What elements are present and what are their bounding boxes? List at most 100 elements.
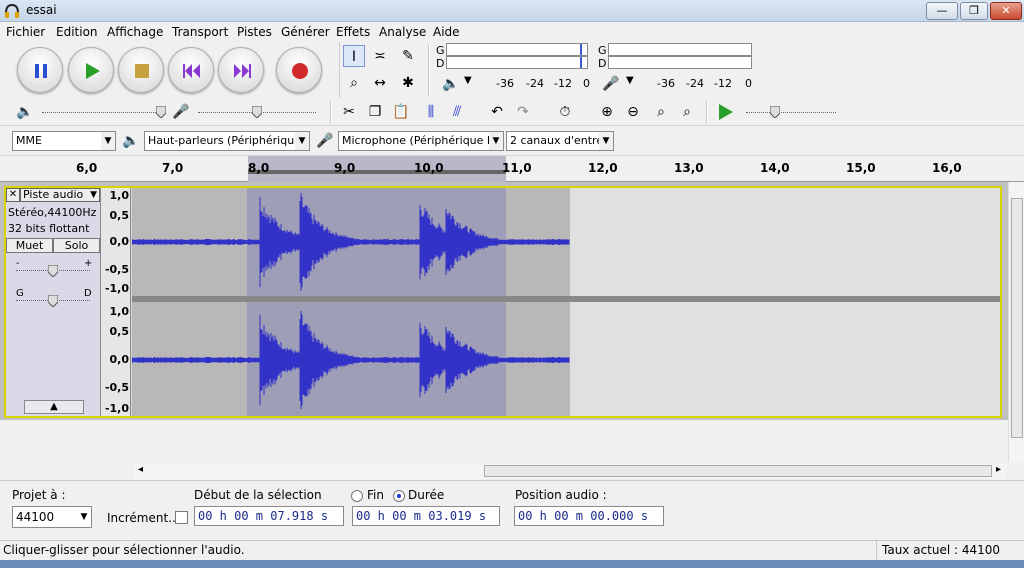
input-volume-thumb[interactable] <box>252 106 262 118</box>
vscale-label: -1,0 <box>104 282 129 295</box>
horizontal-scrollbar[interactable]: ◂ ▸ <box>134 463 1006 479</box>
input-volume-icon: 🎤 <box>172 104 190 120</box>
record-button[interactable] <box>276 47 322 93</box>
menu-fichier[interactable]: Fichier <box>6 25 45 39</box>
fit-selection-icon[interactable]: ⌕ <box>650 101 672 123</box>
undo-icon[interactable]: ↶ <box>486 101 508 123</box>
gain-slider-thumb[interactable] <box>48 265 58 277</box>
skip-to-start-button[interactable] <box>168 47 214 93</box>
silence-icon[interactable]: ⫻ <box>446 101 468 123</box>
gain-plus-label: + <box>84 258 93 269</box>
output-volume-slider[interactable] <box>42 112 166 114</box>
pan-slider-thumb[interactable] <box>48 295 58 307</box>
sync-lock-icon[interactable]: ⏱ <box>554 101 576 123</box>
speaker-icon[interactable]: 🔈 <box>440 73 462 95</box>
horizontal-scrollbar-thumb[interactable] <box>484 465 992 477</box>
record-meter-menu-icon[interactable]: ▼ <box>626 75 634 86</box>
headphones-icon <box>5 3 19 18</box>
record-scale-24: -24 <box>686 77 704 90</box>
multi-tool-icon[interactable]: ✱ <box>397 72 419 94</box>
project-rate-value: 44100 <box>16 510 55 524</box>
selection-start-value: 00 h 00 m 07.918 s <box>198 509 329 523</box>
selection-start-field[interactable]: 00 h 00 m 07.918 s <box>194 506 344 526</box>
audio-position-field[interactable]: 00 h 00 m 00.000 s <box>514 506 664 526</box>
paste-icon[interactable]: 📋 <box>390 101 412 123</box>
microphone-icon[interactable]: 🎤 <box>600 73 622 95</box>
output-device-select[interactable]: Haut-parleurs (Périphérique Hi ▼ <box>144 131 310 151</box>
menu-aide[interactable]: Aide <box>433 25 460 39</box>
selection-tool-icon[interactable]: I <box>343 45 365 67</box>
project-rate-select[interactable]: 44100 ▼ <box>12 506 92 528</box>
redo-icon[interactable]: ↷ <box>512 101 534 123</box>
pan-left-label: G <box>16 288 24 299</box>
duration-field[interactable]: 00 h 00 m 03.019 s <box>352 506 500 526</box>
zoom-tool-icon[interactable]: ⌕ <box>343 72 365 94</box>
envelope-tool-icon[interactable]: ≍ <box>369 45 391 67</box>
toolbar-separator <box>706 100 708 124</box>
cut-icon[interactable]: ✂ <box>338 101 360 123</box>
toolbar-separator <box>428 44 430 96</box>
record-meter-left <box>608 43 752 56</box>
vscale-label: 0,0 <box>109 353 130 366</box>
ruler-tick: 9,0 <box>334 161 356 175</box>
duration-radio[interactable] <box>393 490 405 502</box>
timeshift-tool-icon[interactable]: ↔ <box>369 72 391 94</box>
audio-host-select[interactable]: MME ▼ <box>12 131 116 151</box>
duration-value: 00 h 00 m 03.019 s <box>356 509 487 523</box>
playback-meter-menu-icon[interactable]: ▼ <box>464 75 472 86</box>
vertical-scrollbar[interactable] <box>1008 182 1024 462</box>
maximize-button[interactable]: ❐ <box>960 2 988 20</box>
skip-end-icon <box>234 64 251 78</box>
zoom-out-icon[interactable]: ⊖ <box>622 101 644 123</box>
menu-generer[interactable]: Générer <box>281 25 330 39</box>
pause-button[interactable] <box>17 47 63 93</box>
pencil-tool-icon[interactable]: ✎ <box>397 45 419 67</box>
zoom-in-icon[interactable]: ⊕ <box>596 101 618 123</box>
collapse-track-button[interactable]: ▲ <box>24 400 84 414</box>
fit-project-icon[interactable]: ⌕ <box>676 101 698 123</box>
output-volume-icon: 🔈 <box>16 104 34 120</box>
output-volume-thumb[interactable] <box>156 106 166 118</box>
selection-start-label: Début de la sélection <box>194 488 322 502</box>
trim-icon[interactable]: ⫼ <box>420 101 442 123</box>
copy-icon[interactable]: ❐ <box>364 101 386 123</box>
scroll-right-icon[interactable]: ▸ <box>996 464 1001 475</box>
ruler-tick: 10,0 <box>414 161 444 175</box>
snap-checkbox[interactable] <box>175 511 188 524</box>
ruler-tick: 14,0 <box>760 161 790 175</box>
track-close-button[interactable]: ✕ <box>6 188 20 202</box>
menu-affichage[interactable]: Affichage <box>107 25 163 39</box>
play-speed-thumb[interactable] <box>770 106 780 118</box>
vscale-label: -1,0 <box>104 402 129 415</box>
audio-position-label: Position audio : <box>515 488 607 502</box>
play-speed-slider[interactable] <box>746 112 836 114</box>
timeline-ruler[interactable]: 6,0 7,0 8,0 9,0 10,0 11,0 12,0 13,0 14,0… <box>0 156 1024 182</box>
menu-bar: Fichier Edition Affichage Transport Pist… <box>0 22 1024 42</box>
play-at-speed-icon[interactable] <box>716 103 734 121</box>
input-device-select[interactable]: Microphone (Périphérique High ▼ <box>338 131 504 151</box>
menu-effets[interactable]: Effets <box>336 25 370 39</box>
scroll-left-icon[interactable]: ◂ <box>138 464 143 475</box>
skip-to-end-button[interactable] <box>218 47 264 93</box>
ruler-tick: 8,0 <box>248 161 270 175</box>
record-meter-right-label: D <box>598 57 607 70</box>
device-toolbar: MME ▼ 🔈 Haut-parleurs (Périphérique Hi ▼ 🎤… <box>0 126 1024 156</box>
menu-analyse[interactable]: Analyse <box>379 25 426 39</box>
menu-edition[interactable]: Edition <box>56 25 98 39</box>
close-button[interactable]: ✕ <box>990 2 1022 20</box>
waveform-view[interactable] <box>132 188 1000 416</box>
menu-transport[interactable]: Transport <box>172 25 228 39</box>
input-channels-select[interactable]: 2 canaux d'entrée ▼ <box>506 131 614 151</box>
vertical-scrollbar-thumb[interactable] <box>1011 198 1023 438</box>
play-button[interactable] <box>68 47 114 93</box>
stop-button[interactable] <box>118 47 164 93</box>
menu-pistes[interactable]: Pistes <box>237 25 272 39</box>
record-scale-12: -12 <box>714 77 732 90</box>
end-radio[interactable] <box>351 490 363 502</box>
chevron-down-icon: ▼ <box>599 132 613 150</box>
minimize-button[interactable]: — <box>926 2 958 20</box>
solo-button[interactable]: Solo <box>53 238 100 253</box>
vertical-ruler: 1,0 0,5 0,0 -0,5 -1,0 1,0 0,5 0,0 -0,5 -… <box>101 188 131 416</box>
track-name-menu[interactable]: Piste audio ▼ <box>20 188 100 202</box>
mute-button[interactable]: Muet <box>6 238 53 253</box>
